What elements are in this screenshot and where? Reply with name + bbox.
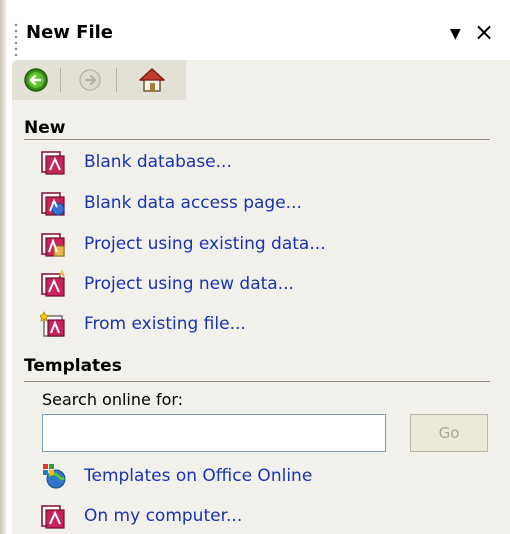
task-pane: New File ▼ × New Blank database... Blank… (0, 0, 510, 534)
pane-left-border (0, 0, 6, 534)
section-heading-new: New (24, 118, 66, 138)
back-arrow-icon[interactable] (22, 66, 50, 94)
drag-grip-handle[interactable] (14, 22, 18, 56)
section-divider (24, 139, 490, 140)
link-label[interactable]: On my computer... (84, 506, 242, 526)
computer-templates-icon (41, 505, 65, 529)
link-label[interactable]: Blank data access page... (84, 193, 302, 213)
office-online-icon (43, 464, 66, 489)
close-icon[interactable]: × (474, 18, 494, 46)
pane-content (12, 60, 510, 534)
pane-menu-dropdown-icon[interactable]: ▼ (450, 26, 461, 42)
project-existing-icon (41, 233, 65, 257)
pane-title: New File (26, 22, 114, 43)
existing-file-icon (40, 311, 65, 337)
home-icon[interactable] (138, 66, 166, 94)
database-file-icon (41, 151, 65, 175)
go-button[interactable]: Go (410, 414, 488, 452)
nav-toolbar-tail (186, 60, 498, 100)
link-label[interactable]: Project using new data... (84, 274, 294, 294)
link-label[interactable]: From existing file... (84, 314, 246, 334)
search-label: Search online for: (42, 390, 184, 409)
nav-separator (116, 68, 117, 92)
search-input[interactable] (42, 414, 386, 452)
project-new-icon (41, 270, 65, 297)
link-label[interactable]: Templates on Office Online (84, 466, 312, 486)
data-access-page-icon (41, 192, 65, 216)
forward-arrow-icon[interactable] (76, 66, 104, 94)
section-divider (24, 381, 490, 382)
link-label[interactable]: Project using existing data... (84, 234, 326, 254)
link-label[interactable]: Blank database... (84, 152, 232, 172)
section-heading-templates: Templates (24, 356, 122, 376)
nav-separator (60, 68, 61, 92)
